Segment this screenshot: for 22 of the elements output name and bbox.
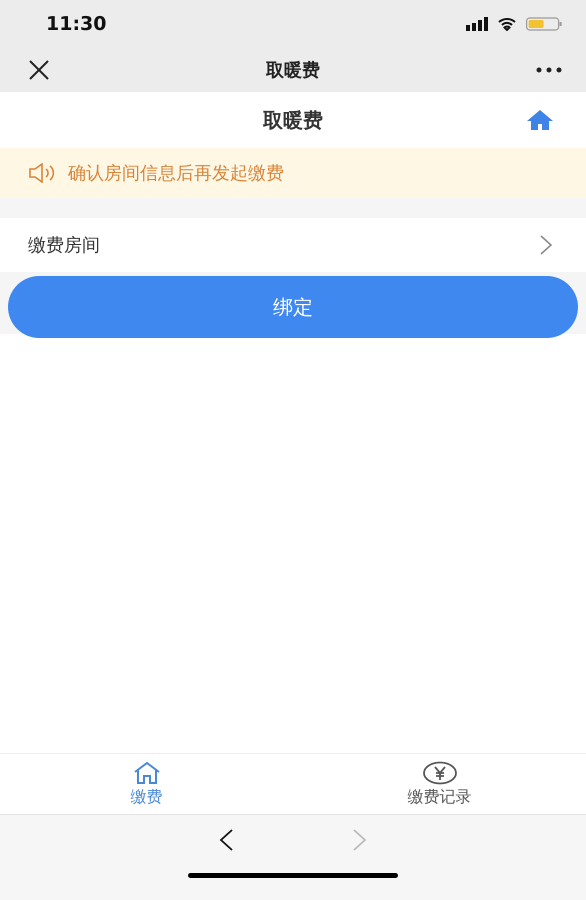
chevron-right-icon (540, 235, 552, 255)
status-time: 11:30 (46, 13, 106, 35)
yen-coin-icon (422, 760, 458, 784)
nav-title: 取暖费 (266, 59, 320, 82)
speaker-icon (28, 163, 56, 183)
house-icon (132, 760, 162, 784)
signal-icon (466, 17, 488, 31)
more-icon[interactable] (536, 67, 562, 73)
tab-item[interactable]: 缴费记录 (293, 754, 586, 814)
close-icon[interactable] (28, 59, 50, 81)
tab-item[interactable]: 缴费 (0, 754, 293, 814)
tab-label: 缴费记录 (408, 786, 472, 808)
page-title: 取暖费 (263, 106, 323, 134)
room-label: 缴费房间 (28, 234, 100, 257)
room-row[interactable]: 缴费房间 (0, 218, 586, 272)
tab-label: 缴费 (130, 786, 162, 808)
wifi-icon (498, 17, 516, 31)
bind-button[interactable]: 绑定 (8, 276, 578, 338)
home-icon[interactable] (526, 109, 554, 131)
back-icon[interactable] (219, 829, 233, 851)
notice-text: 确认房间信息后再发起缴费 (68, 162, 284, 185)
battery-icon (526, 17, 562, 31)
